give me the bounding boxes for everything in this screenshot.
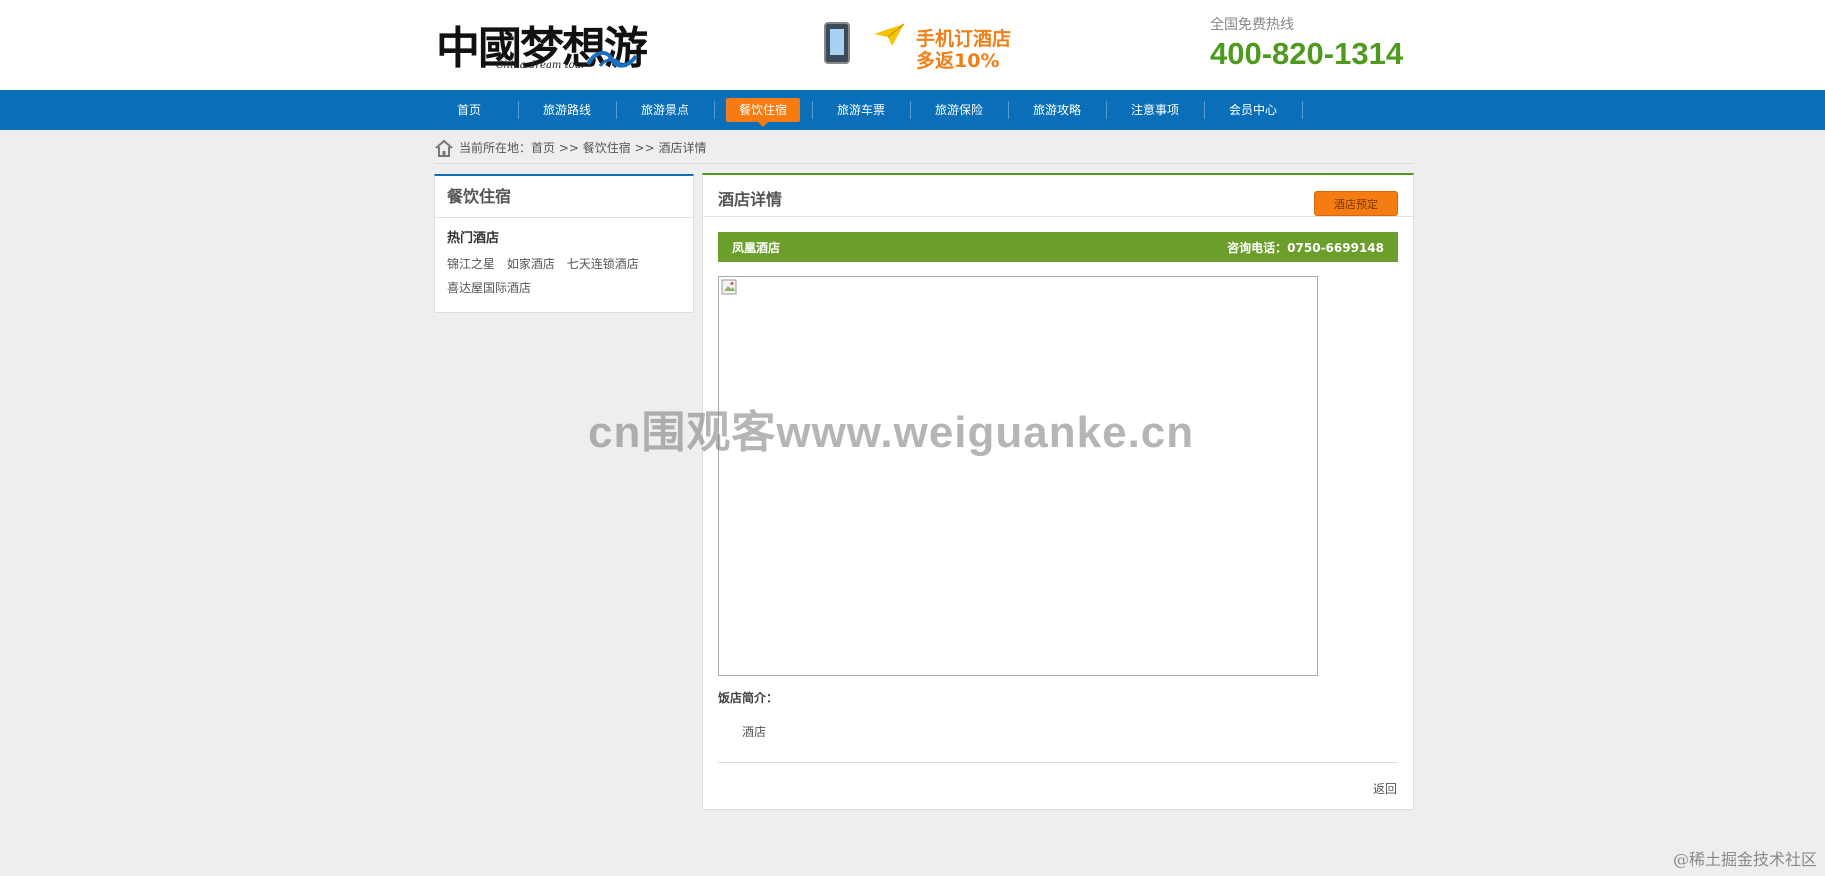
logo-subtitle: China dream tour [496,60,586,71]
phone-icon [824,22,850,64]
hotel-name: 凤凰酒店 [732,241,781,255]
nav-separator [616,101,617,119]
hotel-image [718,276,1318,676]
main-nav: 首页 旅游路线 旅游景点 餐饮住宿 旅游车票 旅游保险 旅游攻略 注意事项 会员中心 [0,90,1825,130]
hot-hotel-list: 锦江之星 如家酒店 七天连锁酒店 喜达屋国际酒店 [435,252,655,300]
mobile-booking-promo[interactable]: 手机订酒店 多返10% [820,20,1020,72]
site-header: 中國梦想游 China dream tour 手机订酒店 多返10% 全国免费热… [0,0,1825,90]
sidebar: 餐饮住宿 热门酒店 锦江之星 如家酒店 七天连锁酒店 喜达屋国际酒店 [434,174,694,313]
hotline: 全国免费热线 400-820-1314 [1210,14,1430,72]
watermark: cn围观客www.weiguanke.cn [588,408,1195,457]
site-logo[interactable]: 中國梦想游 China dream tour [436,8,648,78]
divider [718,762,1398,763]
nav-separator [518,101,519,119]
logo-wave-icon [586,51,638,68]
nav-separator [1302,101,1303,119]
nav-separator [1106,101,1107,119]
intro-text: 酒店 [742,725,767,739]
breadcrumb-text: 当前所在地：首页 >> 餐饮住宿 >> 酒店详情 [459,141,707,155]
nav-item[interactable]: 注意事项 [1118,98,1192,122]
hotline-number: 400-820-1314 [1210,36,1404,71]
panel-header: 酒店详情 酒店预定 [703,175,1413,217]
nav-item[interactable]: 首页 [432,98,506,122]
home-icon [435,139,453,157]
back-link[interactable]: 返回 [1373,780,1397,797]
intro-label: 饭店简介： [718,691,779,705]
sidebar-section-title: 热门酒店 [447,231,500,246]
nav-item[interactable]: 旅游景点 [628,98,702,122]
hotline-label: 全国免费热线 [1210,17,1294,33]
hotel-info-bar: 凤凰酒店 咨询电话：0750-6699148 [718,232,1398,262]
hotel-detail-panel: 酒店详情 酒店预定 凤凰酒店 咨询电话：0750-6699148 饭店简介： 酒… [702,173,1414,810]
sidebar-title: 餐饮住宿 [435,176,693,218]
hotel-phone: 咨询电话：0750-6699148 [1227,241,1384,255]
nav-separator [812,101,813,119]
nav-separator [714,101,715,119]
hotel-link[interactable]: 锦江之星 [447,257,495,271]
nav-separator [910,101,911,119]
nav-item[interactable]: 餐饮住宿 [726,98,800,127]
nav-item[interactable]: 会员中心 [1216,98,1290,122]
nav-separator [1204,101,1205,119]
corner-credit: @稀土掘金技术社区 [1672,850,1817,869]
hotel-link[interactable]: 如家酒店 [507,257,555,271]
panel-title: 酒店详情 [718,190,783,209]
book-hotel-button[interactable]: 酒店预定 [1314,191,1398,216]
hotel-link[interactable]: 喜达屋国际酒店 [447,281,531,295]
nav-item[interactable]: 旅游攻略 [1020,98,1094,122]
hotel-link[interactable]: 七天连锁酒店 [567,257,639,271]
nav-item[interactable]: 旅游车票 [824,98,898,122]
broken-image-icon [721,279,737,295]
nav-item[interactable]: 旅游保险 [922,98,996,122]
paper-plane-icon [874,23,905,46]
nav-item[interactable]: 旅游路线 [530,98,604,122]
nav-separator [1008,101,1009,119]
promo-line-2: 多返10% [916,50,1000,72]
breadcrumb: 当前所在地：首页 >> 餐饮住宿 >> 酒店详情 [434,138,1414,164]
